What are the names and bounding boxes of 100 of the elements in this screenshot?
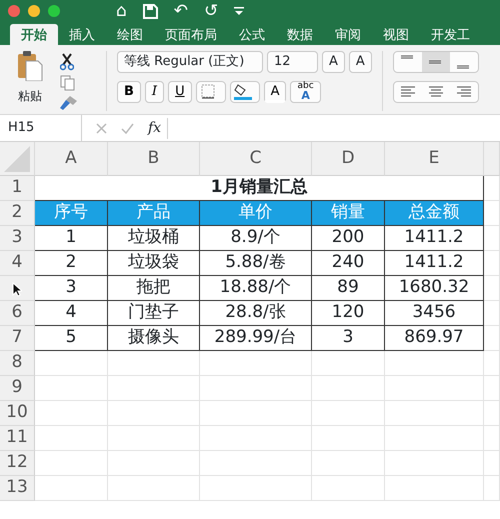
empty-cell[interactable] [108, 401, 200, 426]
empty-cell[interactable] [385, 351, 484, 376]
ribbon-tab[interactable]: 页面布局 [154, 24, 228, 45]
shrink-font-button[interactable]: A [348, 51, 372, 73]
empty-cell[interactable] [484, 251, 500, 276]
table-cell: 1680.32 [385, 276, 484, 301]
table-cell: 8.9/个 [200, 226, 312, 251]
empty-cell[interactable] [484, 451, 500, 476]
ribbon-tab[interactable]: 公式 [228, 24, 276, 45]
column-header[interactable] [484, 142, 500, 176]
row-header[interactable]: 3 [0, 226, 35, 251]
empty-cell[interactable] [484, 226, 500, 251]
empty-cell[interactable] [108, 476, 200, 501]
ribbon-tab[interactable]: 开始 [10, 24, 58, 45]
column-heading: 序号 [35, 201, 108, 226]
italic-button[interactable]: I [144, 81, 164, 103]
ribbon-tab[interactable]: 绘图 [106, 24, 154, 45]
vertical-align-icon[interactable] [392, 51, 479, 73]
ribbon-tab[interactable]: 审阅 [324, 24, 372, 45]
empty-cell[interactable] [312, 426, 385, 451]
empty-cell[interactable] [484, 351, 500, 376]
empty-cell[interactable] [312, 376, 385, 401]
check-icon[interactable] [121, 122, 134, 134]
row-header[interactable]: 7 [0, 326, 35, 351]
ribbon-tab[interactable]: 数据 [276, 24, 324, 45]
empty-cell[interactable] [484, 276, 500, 301]
empty-cell[interactable] [108, 376, 200, 401]
function-button[interactable]: fx [148, 118, 168, 138]
empty-cell[interactable] [484, 376, 500, 401]
empty-cell[interactable] [312, 351, 385, 376]
column-header[interactable]: C [200, 142, 312, 176]
row-header[interactable]: 13 [0, 476, 35, 501]
empty-cell[interactable] [312, 476, 385, 501]
save-icon[interactable] [142, 4, 158, 18]
row-header[interactable]: 11 [0, 426, 35, 451]
row-header[interactable]: 12 [0, 451, 35, 476]
text-effects-button[interactable]: abc A [290, 81, 321, 103]
empty-cell[interactable] [385, 401, 484, 426]
ribbon-tab[interactable]: 插入 [58, 24, 106, 45]
cancel-icon[interactable] [96, 122, 107, 134]
customize-icon[interactable] [234, 7, 244, 15]
table-cell: 869.97 [385, 326, 484, 351]
ribbon-tab[interactable]: 开发工 [420, 24, 481, 45]
maximize-button[interactable] [48, 5, 60, 17]
row-header[interactable]: 9 [0, 376, 35, 401]
row-header[interactable]: 4 [0, 251, 35, 276]
font-color-button[interactable]: A [264, 81, 286, 103]
brush-icon[interactable] [60, 95, 78, 111]
empty-cell[interactable] [200, 476, 312, 501]
home-button[interactable]: ⌂ [116, 1, 127, 21]
redo-button[interactable]: ↺ [204, 1, 218, 21]
empty-cell[interactable] [484, 201, 500, 226]
fill-color-icon[interactable] [230, 81, 260, 103]
empty-cell[interactable] [484, 301, 500, 326]
select-all-icon[interactable] [4, 146, 30, 172]
cut-icon[interactable] [60, 53, 74, 71]
empty-cell[interactable] [484, 401, 500, 426]
paste-label[interactable]: 粘贴 [18, 87, 42, 105]
empty-cell[interactable] [385, 476, 484, 501]
font-name-dropdown[interactable]: 等线 Regular (正文) [117, 51, 263, 73]
empty-cell[interactable] [484, 476, 500, 501]
empty-cell[interactable] [200, 351, 312, 376]
column-header[interactable]: B [108, 142, 200, 176]
empty-cell[interactable] [385, 376, 484, 401]
empty-cell[interactable] [108, 451, 200, 476]
empty-cell[interactable] [312, 401, 385, 426]
close-button[interactable] [8, 5, 20, 17]
row-header[interactable]: 8 [0, 351, 35, 376]
empty-cell[interactable] [200, 401, 312, 426]
bold-button[interactable]: B [117, 81, 141, 103]
empty-cell[interactable] [312, 451, 385, 476]
empty-cell[interactable] [484, 426, 500, 451]
row-header[interactable]: 6 [0, 301, 35, 326]
row-header[interactable]: 1 [0, 176, 35, 201]
undo-button[interactable]: ↶ [174, 1, 188, 21]
font-size-dropdown[interactable]: 12 [267, 51, 318, 73]
column-heading: 产品 [108, 201, 200, 226]
minimize-button[interactable] [28, 5, 40, 17]
row-header[interactable]: 10 [0, 401, 35, 426]
empty-cell[interactable] [200, 376, 312, 401]
column-header[interactable]: A [35, 142, 108, 176]
empty-cell[interactable] [484, 326, 500, 351]
empty-cell[interactable] [108, 351, 200, 376]
copy-icon[interactable] [60, 75, 76, 91]
ribbon-tab[interactable]: 视图 [372, 24, 420, 45]
column-header[interactable]: D [312, 142, 385, 176]
empty-cell[interactable] [385, 426, 484, 451]
grow-font-button[interactable]: A [322, 51, 345, 73]
empty-cell[interactable] [108, 426, 200, 451]
column-heading: 总金额 [385, 201, 484, 226]
paste-icon[interactable] [16, 51, 44, 81]
empty-cell[interactable] [200, 451, 312, 476]
empty-cell[interactable] [200, 426, 312, 451]
underline-button[interactable]: U [168, 81, 192, 103]
horizontal-align-icon[interactable] [392, 81, 479, 103]
column-header[interactable]: E [385, 142, 484, 176]
table-cell: 2 [35, 251, 108, 276]
empty-cell[interactable] [385, 451, 484, 476]
row-header[interactable]: 2 [0, 201, 35, 226]
table-cell: 3 [35, 276, 108, 301]
